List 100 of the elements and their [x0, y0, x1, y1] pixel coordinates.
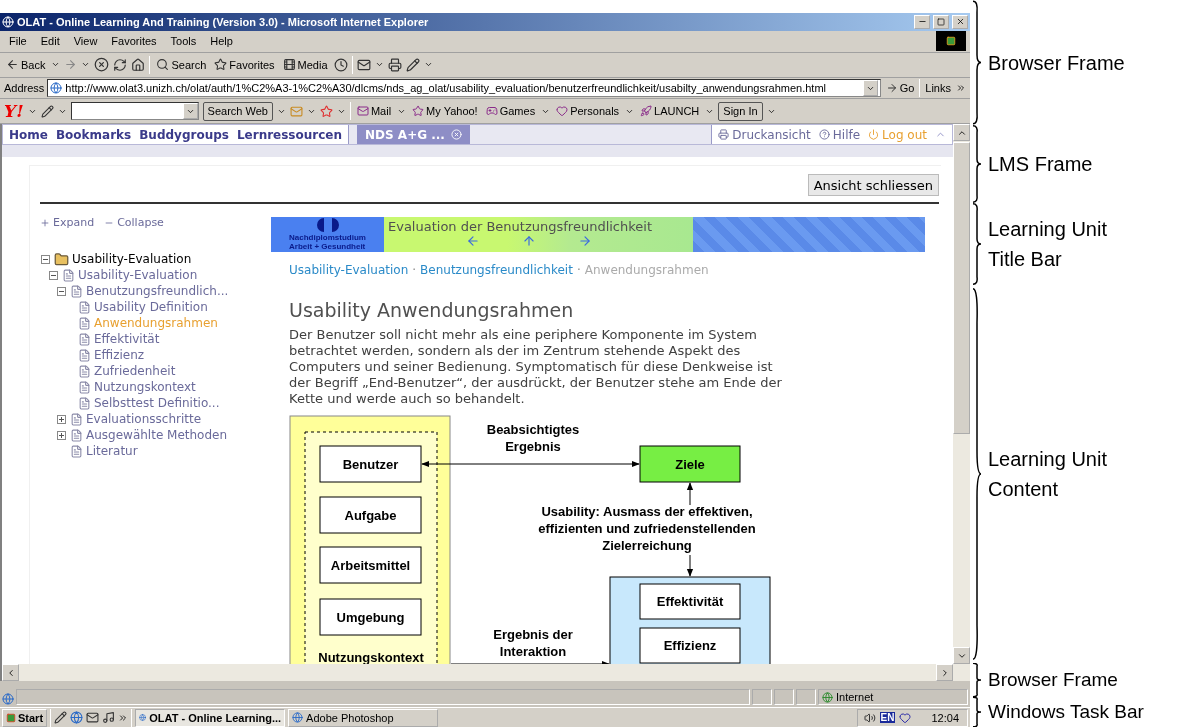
up-button[interactable]	[522, 234, 536, 249]
browser-icon[interactable]	[70, 711, 84, 725]
envelope-icon[interactable]	[356, 105, 369, 118]
tree-item[interactable]: Usability-Evaluation	[72, 252, 192, 267]
tree-item[interactable]: Usability Definition	[94, 300, 208, 315]
help-icon[interactable]	[818, 129, 830, 141]
tree-item[interactable]: Nutzungskontext	[94, 380, 196, 395]
nav-link[interactable]: Bookmarks	[55, 127, 132, 142]
tree-item[interactable]: Selbsttest Definitio...	[94, 396, 220, 411]
sign-in-button[interactable]: Sign In	[718, 101, 763, 121]
more-icon[interactable]	[118, 712, 129, 723]
refresh-icon[interactable]	[113, 57, 128, 72]
star-icon[interactable]	[319, 104, 333, 118]
nav-link[interactable]: Home	[9, 127, 48, 142]
toolbar-link[interactable]: Mail	[354, 105, 394, 118]
go-button[interactable]: Go	[883, 82, 917, 94]
scroll-right-button[interactable]	[936, 664, 953, 682]
nav-link[interactable]: Buddygroups	[139, 127, 229, 142]
menu-item[interactable]: Edit	[35, 35, 65, 48]
page-icon	[78, 316, 91, 330]
expand-toggle[interactable]	[57, 430, 66, 440]
expand-toggle[interactable]	[57, 414, 66, 424]
tree-item[interactable]: Effizienz	[94, 348, 145, 363]
collapse-toggle[interactable]	[41, 254, 50, 264]
tree-item[interactable]: Benutzungsfreundlich...	[86, 284, 229, 299]
browser-icon[interactable]	[292, 712, 304, 724]
star-icon[interactable]	[214, 58, 228, 72]
more-icon[interactable]	[956, 83, 966, 93]
home-icon[interactable]	[131, 57, 146, 72]
scroll-thumb[interactable]	[953, 142, 970, 435]
close-view-button[interactable]: Ansicht schliessen	[807, 174, 939, 197]
toolbar-link[interactable]: Personals	[554, 105, 622, 118]
tree-item[interactable]: Ausgewählte Methoden	[86, 428, 228, 443]
vertical-scrollbar[interactable]	[953, 124, 970, 665]
collapse-toggle[interactable]	[57, 286, 66, 296]
search-field[interactable]	[70, 102, 199, 121]
tree-item[interactable]: Effektivität	[94, 332, 160, 347]
expand-link[interactable]: Expand	[40, 216, 95, 230]
maximize-icon[interactable]	[937, 17, 945, 26]
address-field[interactable]: http://www.olat3.unizh.ch/olat/auth/1%C2%A3-1%C2%A30/dlcms/nds_ag_olat/usability_evaluation/benutzerfreundlichkeit/usabilty_anwendungsrahmen.html	[47, 79, 881, 97]
diagram-box: Ziele	[639, 445, 741, 483]
toolbar-link[interactable]: LAUNCH	[638, 105, 702, 118]
print-icon[interactable]	[387, 57, 402, 72]
menu-item[interactable]: Favorites	[106, 35, 162, 48]
dropdown-button[interactable]	[182, 103, 198, 120]
taskbar-button[interactable]: OLAT - Online Learning...	[135, 708, 286, 727]
plus-icon[interactable]	[40, 217, 50, 228]
maximize-button[interactable]	[933, 14, 949, 29]
search-web-button[interactable]: Search Web	[202, 101, 273, 121]
taskbar-button[interactable]: Adobe Photoshop	[288, 708, 439, 727]
menu-item[interactable]: Tools	[165, 35, 202, 48]
diagram-box: Aufgabe	[319, 496, 422, 534]
speaker-icon[interactable]	[863, 711, 876, 724]
favorites-button[interactable]: Favorites	[212, 58, 277, 72]
breadcrumb-link[interactable]: Benutzungsfreundlichkeit	[420, 263, 573, 278]
tray-icon[interactable]	[899, 711, 912, 724]
browser-icon[interactable]	[139, 712, 147, 724]
tree-item[interactable]: Usability-Evaluation	[78, 268, 198, 283]
breadcrumb-link[interactable]: Usability-Evaluation	[289, 263, 409, 278]
stop-icon[interactable]	[94, 57, 110, 73]
star-icon[interactable]	[412, 105, 425, 118]
collapse-toggle[interactable]	[49, 270, 58, 280]
diagram-box: Umgebung	[319, 598, 422, 636]
mail-icon[interactable]	[86, 711, 100, 725]
windows-logo-icon[interactable]	[6, 712, 16, 723]
gamepad-icon[interactable]	[485, 105, 498, 118]
tool-link[interactable]: Druckansicht	[718, 127, 811, 142]
tree-item[interactable]: Zufriedenheit	[94, 364, 176, 379]
language-indicator[interactable]: EN	[879, 712, 896, 724]
film-icon[interactable]	[282, 58, 296, 72]
rocket-icon[interactable]	[640, 105, 653, 118]
tree-item[interactable]: Evaluationsschritte	[86, 412, 202, 427]
tool-link[interactable]: Hilfe	[818, 127, 861, 142]
printer-icon[interactable]	[718, 129, 730, 141]
pencil-icon[interactable]	[40, 104, 54, 118]
toolbar-link[interactable]: Games	[483, 105, 538, 118]
menu-item[interactable]: View	[68, 35, 103, 48]
back-icon[interactable]	[6, 58, 19, 72]
history-icon[interactable]	[333, 57, 348, 72]
search-button[interactable]: Search	[154, 58, 209, 72]
page-icon	[78, 332, 91, 346]
menu-item[interactable]: File	[4, 35, 32, 48]
desktop-icon[interactable]	[54, 711, 68, 725]
heart-icon[interactable]	[556, 105, 569, 118]
edit-icon[interactable]	[405, 57, 420, 72]
scroll-up-button[interactable]	[953, 124, 970, 142]
go-icon[interactable]	[885, 82, 898, 94]
annotation-label: Windows Task Bar	[988, 701, 1144, 723]
start-button[interactable]: Start	[2, 708, 48, 727]
menu-item[interactable]: Help	[205, 35, 238, 48]
back-button[interactable]: Back	[4, 58, 48, 72]
media-icon[interactable]	[102, 711, 116, 725]
toolbar-link[interactable]: My Yahoo!	[410, 105, 480, 118]
mail-icon[interactable]	[356, 57, 371, 72]
links-button[interactable]: Links	[923, 82, 953, 94]
media-button[interactable]: Media	[280, 58, 330, 72]
search-icon[interactable]	[156, 58, 170, 72]
tree-item[interactable]: Literatur	[86, 444, 138, 459]
nav-link[interactable]: Lernressourcen	[236, 127, 342, 142]
collapse-link[interactable]: Collapse	[104, 216, 164, 230]
